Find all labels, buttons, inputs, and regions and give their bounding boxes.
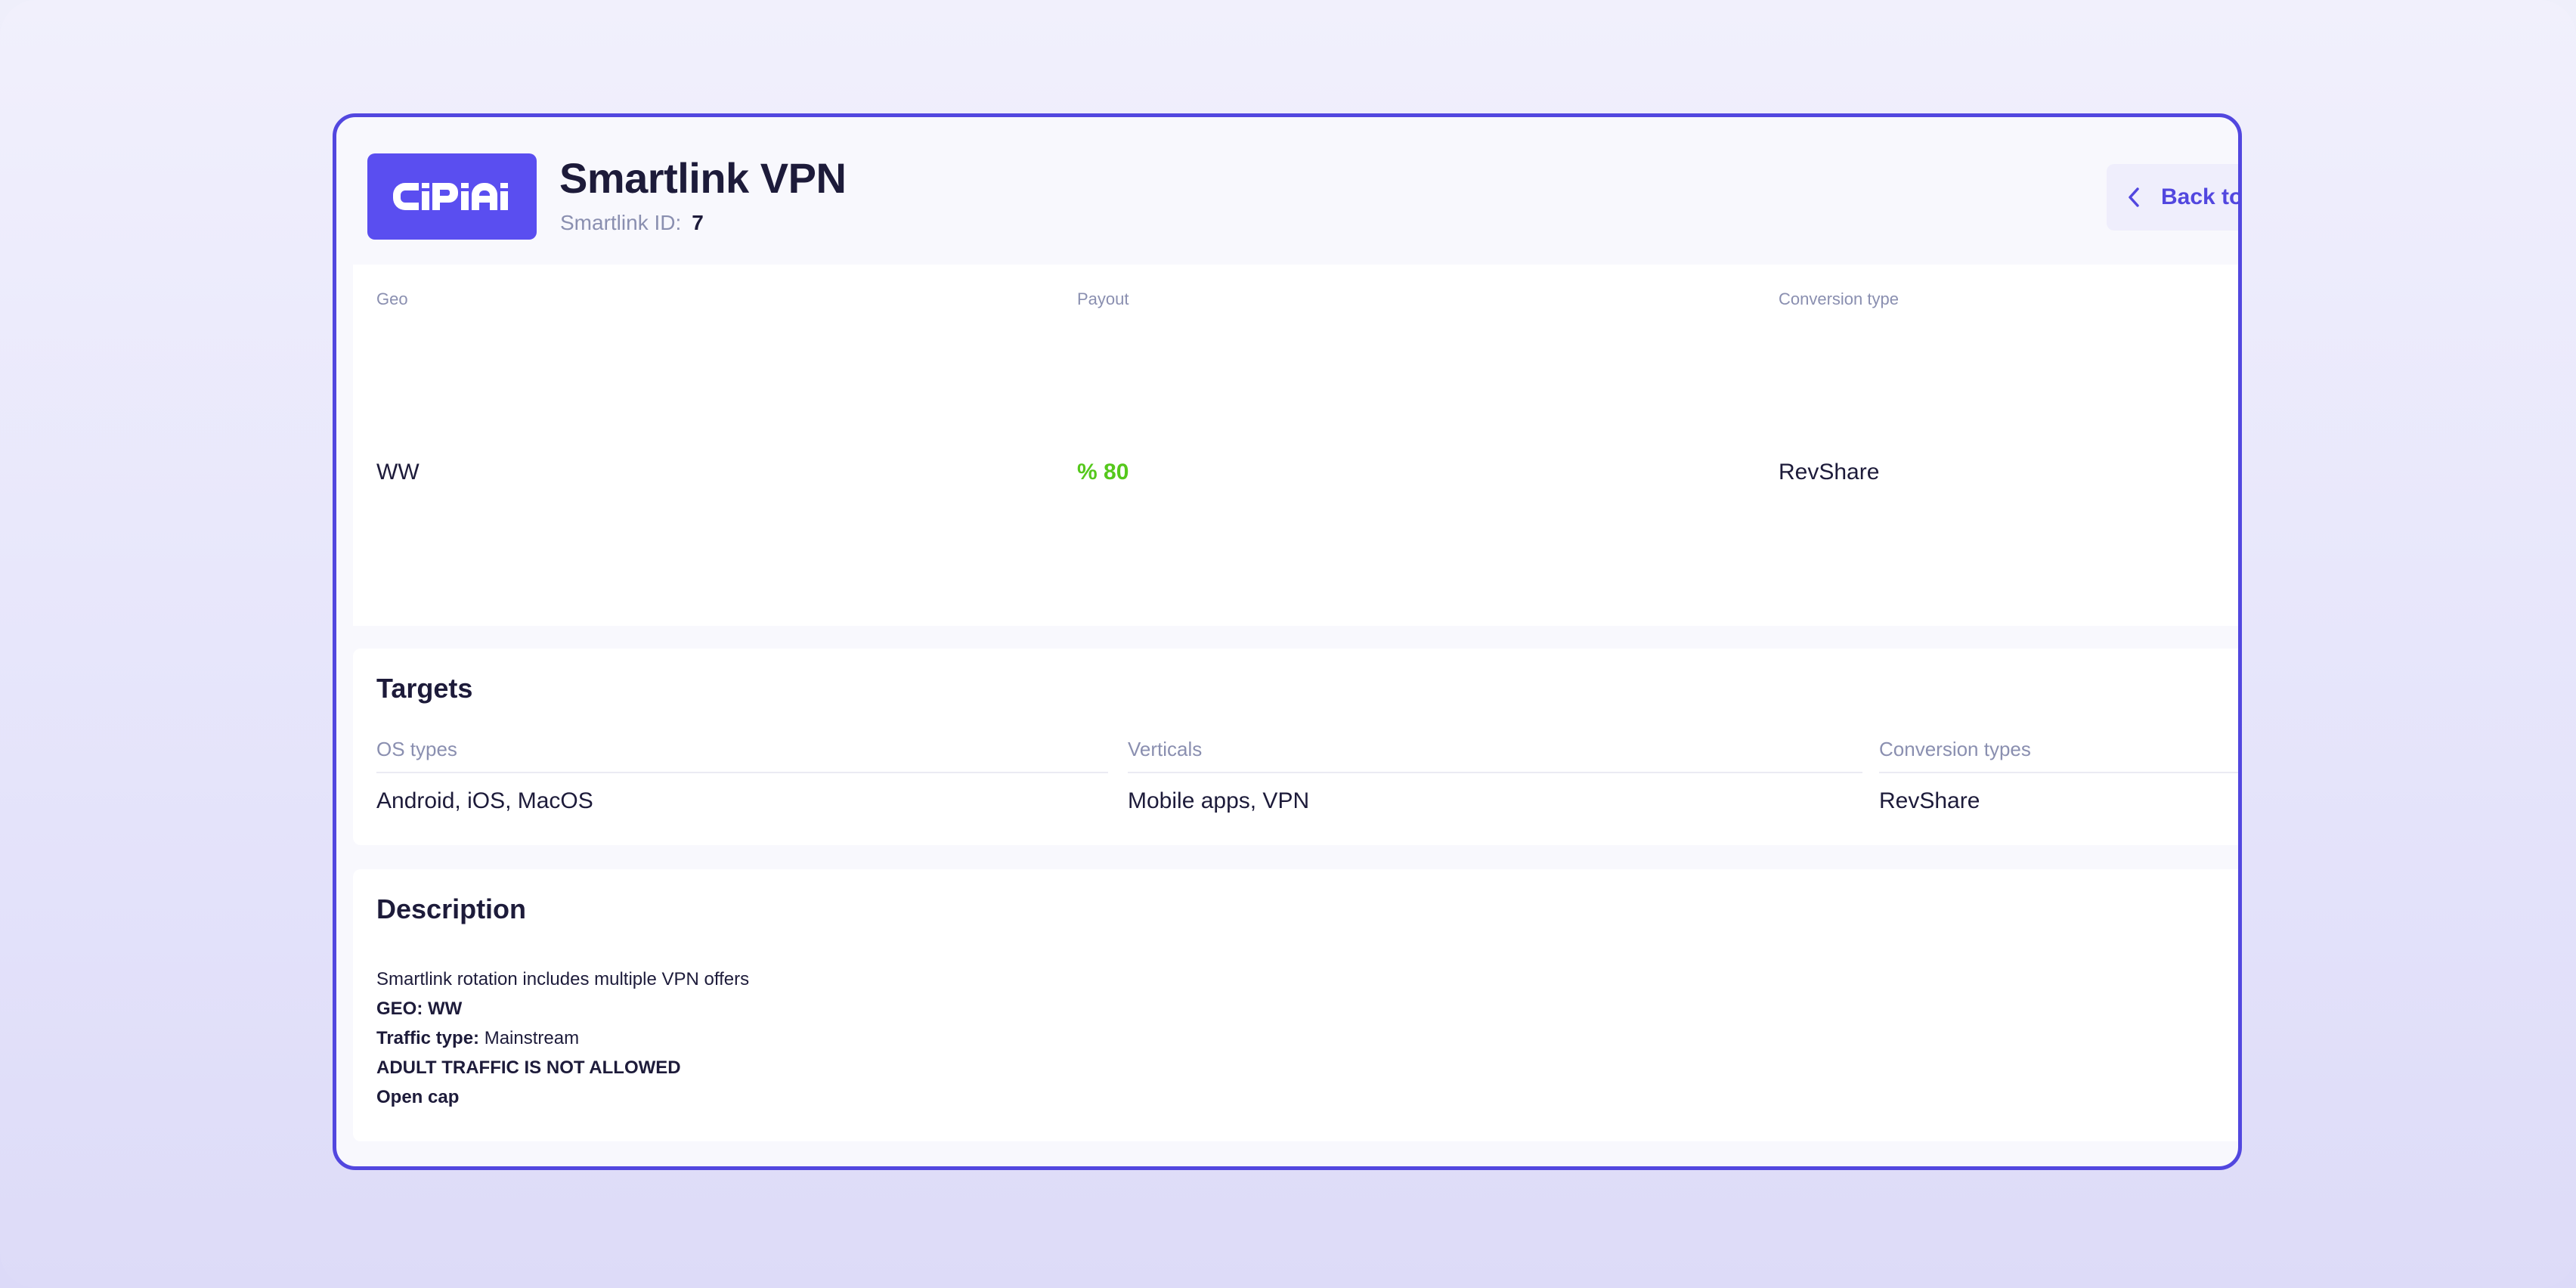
smartlink-id: Smartlink ID: 7 [560, 211, 704, 235]
targets-card: Targets OS types Android, iOS, MacOS Ver… [353, 649, 2238, 845]
description-line: Open cap [376, 1087, 460, 1107]
description-title: Description [376, 893, 527, 924]
verticals-value: Mobile apps, VPN [1128, 788, 1310, 813]
conversion-type-value: RevShare [1779, 460, 1880, 485]
conversion-types-label: Conversion types [1879, 738, 2238, 773]
conversion-types-column: Conversion types RevShare [1879, 738, 2238, 814]
brand-logo-mark [393, 183, 508, 210]
targets-title: Targets [376, 673, 473, 704]
smartlink-id-value: 7 [692, 211, 704, 234]
smartlink-detail-window: Smartlink VPN Smartlink ID: 7 Back to Geo… [333, 113, 2242, 1170]
description-line: Traffic type: Mainstream [376, 1028, 580, 1048]
brand-logo [367, 153, 537, 240]
verticals-column: Verticals Mobile apps, VPN [1128, 738, 1862, 814]
page-title: Smartlink VPN [559, 154, 847, 202]
conversion-type-label: Conversion type [1779, 289, 1899, 308]
verticals-label: Verticals [1128, 738, 1862, 773]
back-button-label: Back to [2161, 184, 2242, 209]
description-line: Smartlink rotation includes multiple VPN… [376, 969, 750, 989]
geo-value: WW [376, 460, 420, 485]
payout-label: Payout [1077, 289, 1129, 308]
smartlink-id-label: Smartlink ID: [560, 211, 682, 234]
payout-value: % 80 [1077, 460, 1129, 485]
description-card: Description Smartlink rotation includes … [353, 869, 2238, 1141]
description-body: Smartlink rotation includes multiple VPN… [376, 964, 749, 1112]
geo-label: Geo [376, 289, 408, 308]
os-types-label: OS types [376, 738, 1108, 773]
back-button[interactable]: Back to [2107, 164, 2242, 231]
offer-summary-card: Geo Payout Conversion type WW % 80 RevSh… [353, 265, 2238, 626]
description-line: GEO: WW [376, 999, 463, 1019]
description-line: ADULT TRAFFIC IS NOT ALLOWED [376, 1057, 681, 1078]
chevron-left-icon [2128, 187, 2140, 208]
os-types-column: OS types Android, iOS, MacOS [376, 738, 1108, 814]
os-types-value: Android, iOS, MacOS [376, 788, 593, 813]
conversion-types-value: RevShare [1879, 788, 1980, 813]
